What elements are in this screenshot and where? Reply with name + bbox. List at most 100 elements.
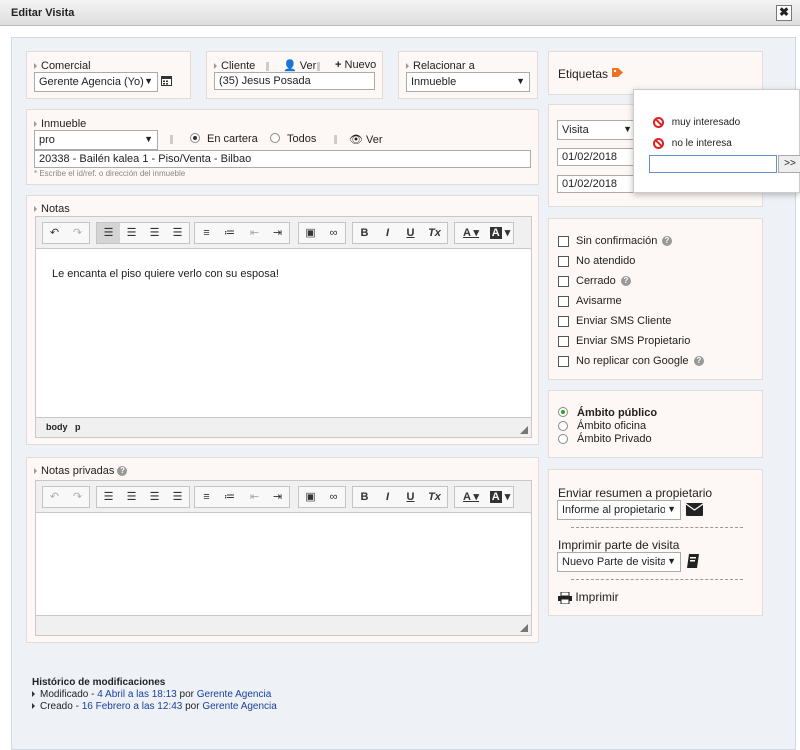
numbered-list-icon[interactable]: ≡ <box>195 487 218 507</box>
align-right-icon[interactable]: ☰ <box>143 223 166 243</box>
cliente-input[interactable]: (35) Jesus Posada <box>214 72 375 90</box>
tag-option[interactable]: muy interesado <box>653 117 740 128</box>
bullet-icon <box>32 691 35 698</box>
relacionar-select[interactable]: Inmueble ▼ <box>406 72 530 92</box>
option-checkbox[interactable] <box>558 356 569 367</box>
option-checkbox[interactable] <box>558 236 569 247</box>
inmueble-ver-link[interactable]: 👁 Ver <box>349 133 383 146</box>
comercial-select[interactable]: Gerente Agencia (Yo) ▼ <box>34 72 158 92</box>
resize-handle[interactable] <box>520 426 528 434</box>
historico-action: Creado <box>40 701 73 712</box>
tag-add-button[interactable]: >> <box>778 155 800 173</box>
notas-content[interactable]: Le encanta el piso quiere verlo con su e… <box>52 268 279 280</box>
outdent-icon[interactable]: ⇤ <box>243 487 266 507</box>
align-right-icon[interactable]: ☰ <box>143 487 166 507</box>
bullet-list-icon[interactable]: ≔ <box>218 223 241 243</box>
resize-handle[interactable] <box>520 624 528 632</box>
parte-select[interactable]: Nuevo Parte de visita ▼ <box>557 552 681 572</box>
envelope-icon[interactable] <box>685 503 704 519</box>
undo-icon[interactable]: ↶ <box>43 487 66 507</box>
align-center-icon[interactable]: ☰ <box>120 487 143 507</box>
option-checkbox[interactable] <box>558 296 569 307</box>
resumen-panel: Enviar resumen a propietario Informe al … <box>548 469 763 616</box>
cliente-nuevo-link[interactable]: + Nuevo <box>335 59 376 71</box>
cliente-ver-link[interactable]: 👤 Ver <box>283 59 316 72</box>
redo-icon[interactable]: ↷ <box>66 223 89 243</box>
fecha-fin-input[interactable]: 01/02/2018 <box>557 175 637 193</box>
ambito-oficina-radio[interactable] <box>558 421 568 431</box>
ambito-privado-radio[interactable] <box>558 434 568 444</box>
underline-button[interactable]: U <box>399 223 422 243</box>
relacionar-panel: Relacionar a Inmueble ▼ <box>398 51 538 99</box>
no-entry-icon <box>653 138 664 149</box>
option-checkbox[interactable] <box>558 276 569 287</box>
bullet-list-icon[interactable]: ≔ <box>218 487 241 507</box>
historico-user[interactable]: Gerente Agencia <box>202 701 277 712</box>
help-icon[interactable]: ? <box>621 276 631 286</box>
option-label: No atendido <box>576 255 636 267</box>
clear-format-button[interactable]: Tx <box>423 223 446 243</box>
ambito-publico-radio[interactable] <box>558 407 568 417</box>
close-icon[interactable]: ✖ <box>776 5 792 21</box>
align-left-icon[interactable]: ☰ <box>97 223 120 243</box>
align-justify-icon[interactable]: ☰ <box>166 223 189 243</box>
inmueble-tipo-select[interactable]: pro ▼ <box>34 130 158 150</box>
option-checkbox[interactable] <box>558 316 569 327</box>
image-icon[interactable]: ▣ <box>299 487 322 507</box>
align-center-icon[interactable]: ☰ <box>120 223 143 243</box>
book-icon[interactable] <box>686 554 700 571</box>
text-color-button[interactable]: A ▾ <box>457 223 485 243</box>
historico-date[interactable]: 4 Abril a las 18:13 <box>97 689 177 700</box>
help-icon[interactable]: ? <box>662 236 672 246</box>
historico-title: Histórico de modificaciones <box>32 677 166 688</box>
indent-icon[interactable]: ⇥ <box>266 223 289 243</box>
historico-user[interactable]: Gerente Agencia <box>197 689 272 700</box>
tag-input[interactable] <box>649 155 777 173</box>
help-icon[interactable]: ? <box>117 466 128 477</box>
notas-statusbar: body p <box>36 417 531 437</box>
tag-option[interactable]: no le interesa <box>653 138 732 149</box>
en-cartera-radio[interactable] <box>190 133 200 143</box>
bold-button[interactable]: B <box>353 223 376 243</box>
inmueble-input[interactable]: 20338 - Bailén kalea 1 - Piso/Venta - Bi… <box>34 150 531 168</box>
notas-privadas-label: Notas privadas <box>41 465 115 477</box>
option-checkbox[interactable] <box>558 336 569 347</box>
help-icon[interactable]: ? <box>694 356 704 366</box>
notas-privadas-toolbar: ↶ ↷ ☰ ☰ ☰ ☰ ≡ ≔ ⇤ ⇥ ▣ ∞ B I U Tx A ▾ A ▾ <box>36 481 531 513</box>
text-color-button[interactable]: A ▾ <box>457 487 485 507</box>
en-cartera-label: En cartera <box>207 133 258 145</box>
bg-color-button[interactable]: A ▾ <box>486 223 514 243</box>
notas-privadas-content[interactable] <box>36 514 531 613</box>
bg-color-button[interactable]: A ▾ <box>486 487 514 507</box>
clear-format-button[interactable]: Tx <box>423 487 446 507</box>
historico-date[interactable]: 16 Febrero a las 12:43 <box>82 701 183 712</box>
fecha-inicio-input[interactable]: 01/02/2018 <box>557 148 637 166</box>
numbered-list-icon[interactable]: ≡ <box>195 223 218 243</box>
divider <box>571 579 743 580</box>
image-icon[interactable]: ▣ <box>299 223 322 243</box>
todos-radio[interactable] <box>270 133 280 143</box>
todos-label: Todos <box>287 133 317 145</box>
link-icon[interactable]: ∞ <box>322 223 345 243</box>
user-icon: 👤 <box>283 60 297 72</box>
align-left-icon[interactable]: ☰ <box>97 487 120 507</box>
italic-button[interactable]: I <box>376 223 399 243</box>
underline-button[interactable]: U <box>399 487 422 507</box>
option-checkbox[interactable] <box>558 256 569 267</box>
link-icon[interactable]: ∞ <box>322 487 345 507</box>
option-label: No replicar con Google <box>576 355 689 367</box>
align-justify-icon[interactable]: ☰ <box>166 487 189 507</box>
outdent-icon[interactable]: ⇤ <box>243 223 266 243</box>
ambito-publico-label: Ámbito público <box>577 407 658 419</box>
italic-button[interactable]: I <box>376 487 399 507</box>
imprimir-button[interactable]: Imprimir <box>558 590 619 605</box>
bold-button[interactable]: B <box>353 487 376 507</box>
tipo-select[interactable]: Visita ▼ <box>557 120 637 140</box>
calendar-icon[interactable] <box>161 75 172 89</box>
notas-privadas-statusbar <box>36 615 531 635</box>
etiquetas-label[interactable]: Etiquetas <box>558 67 624 81</box>
resumen-select[interactable]: Informe al propietario ▼ <box>557 500 681 520</box>
redo-icon[interactable]: ↷ <box>66 487 89 507</box>
indent-icon[interactable]: ⇥ <box>266 487 289 507</box>
undo-icon[interactable]: ↶ <box>43 223 66 243</box>
